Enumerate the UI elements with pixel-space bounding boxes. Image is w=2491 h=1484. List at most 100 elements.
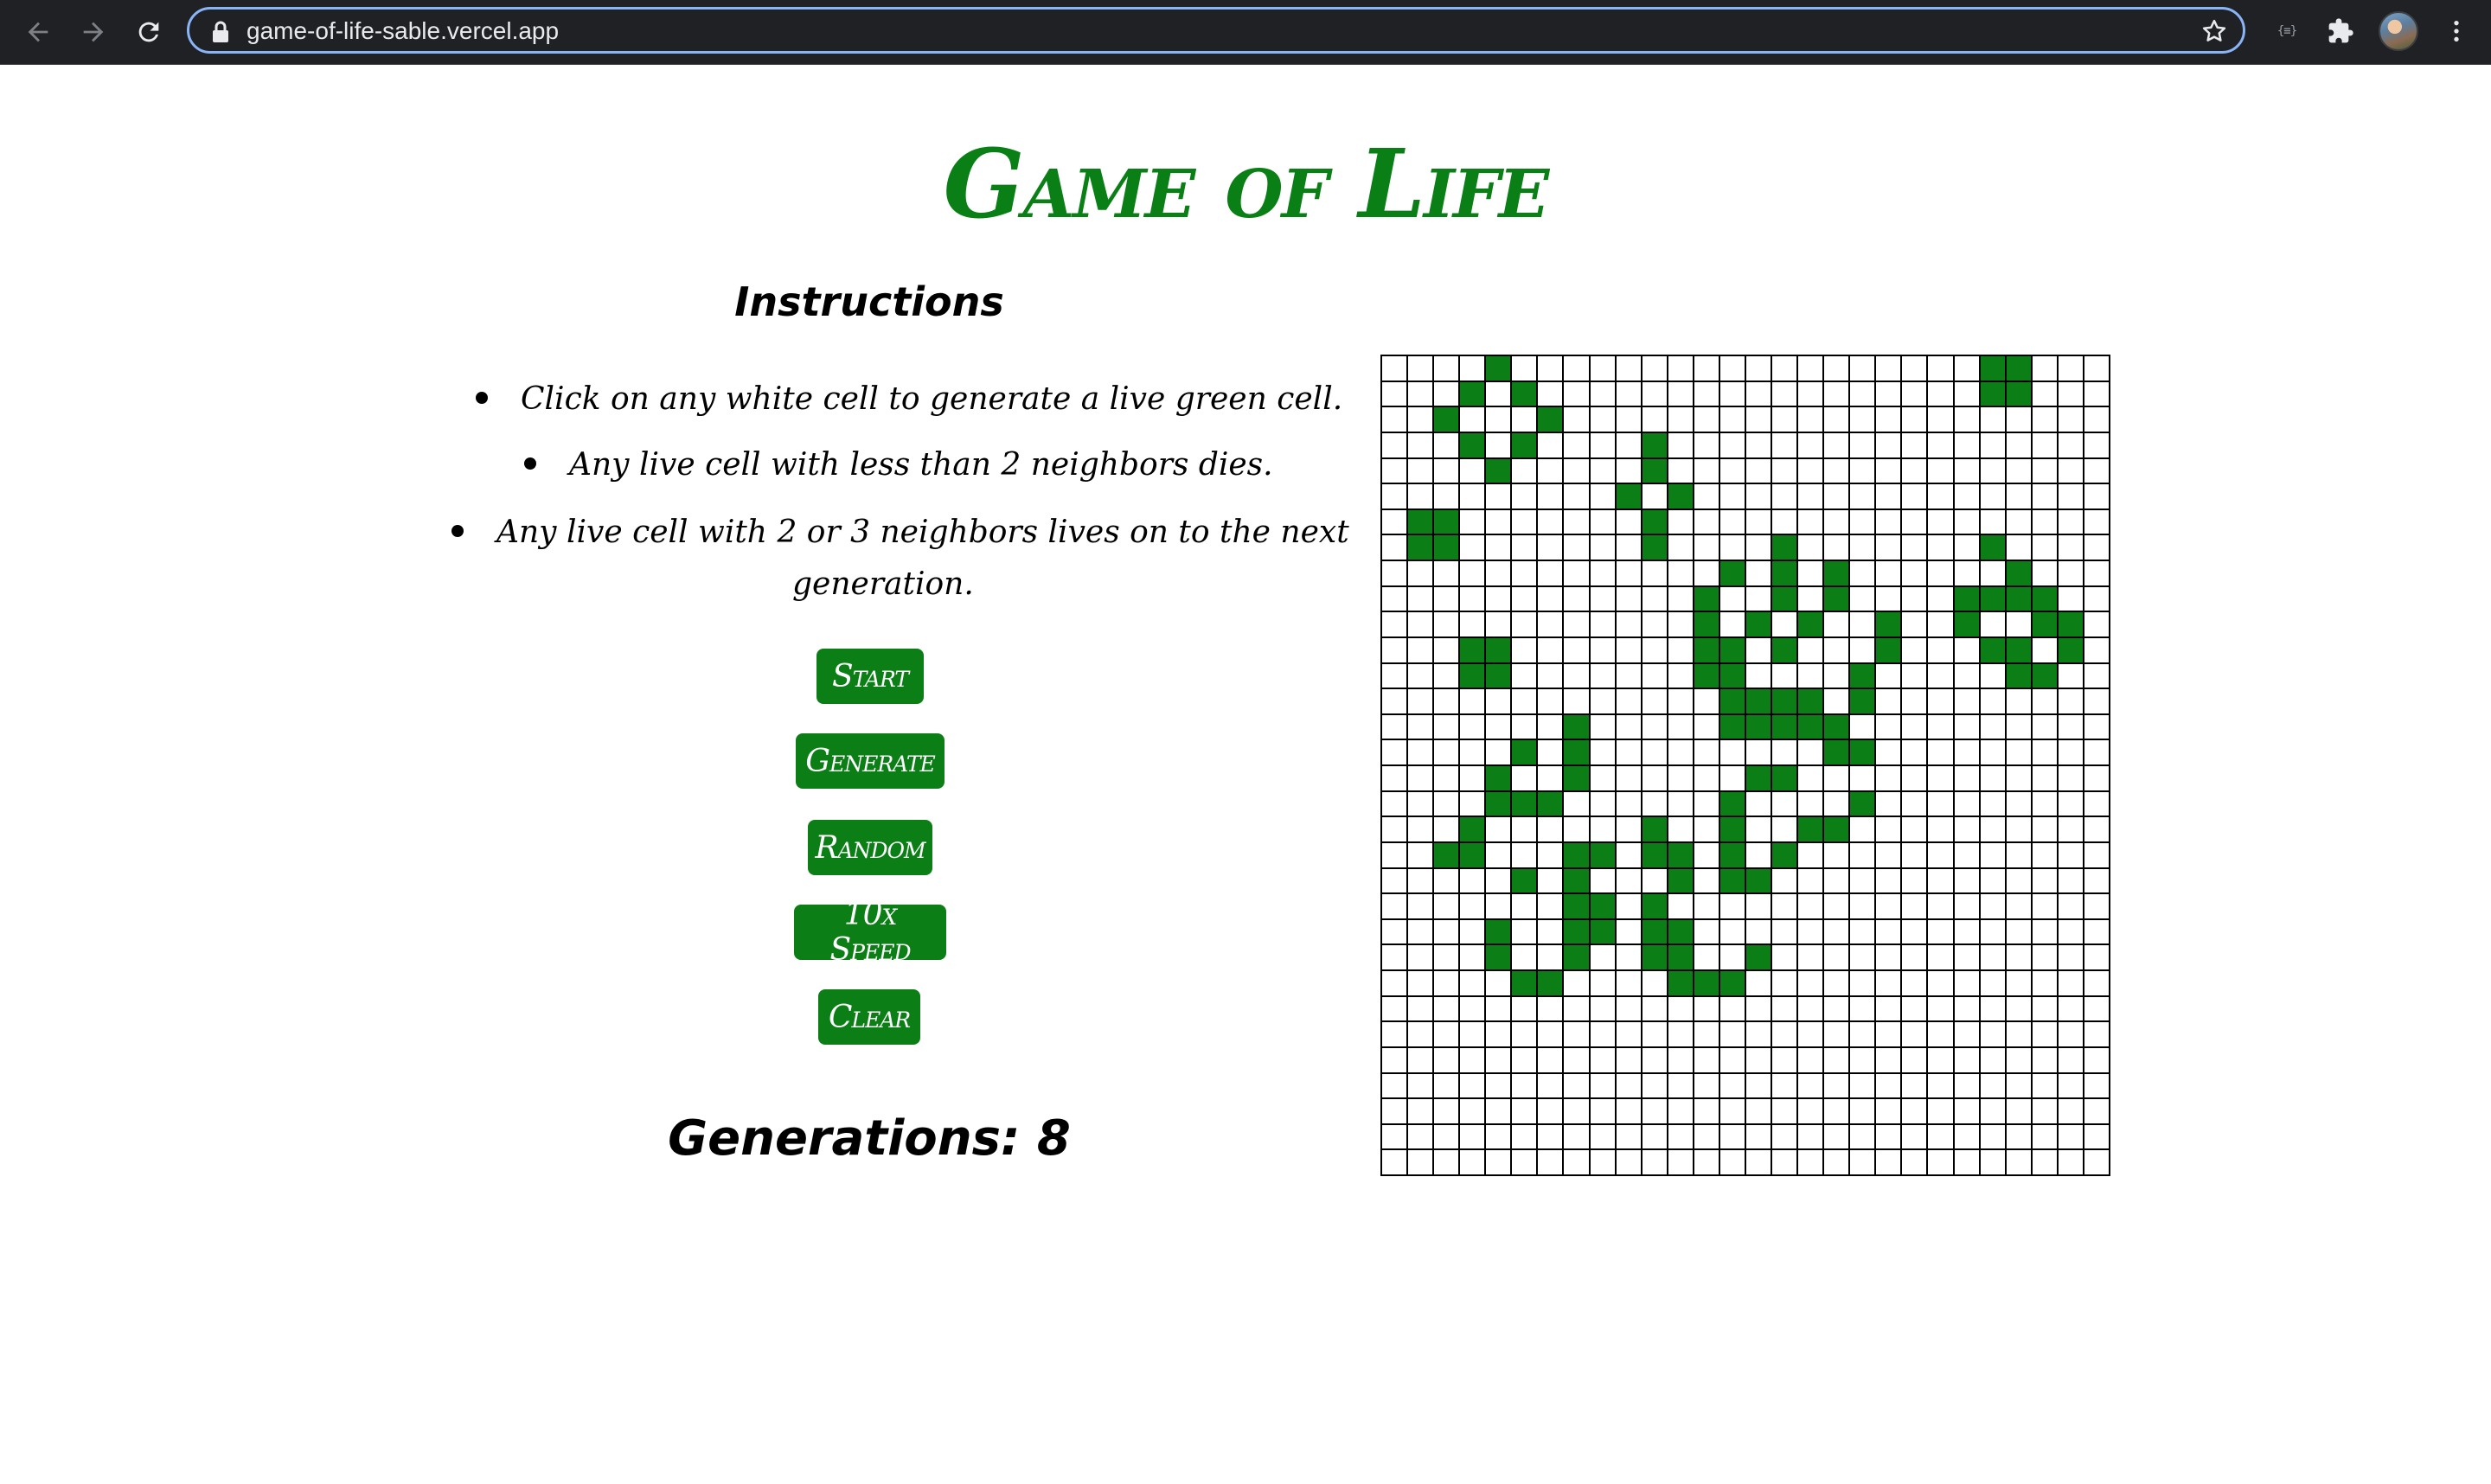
dead-cell[interactable] <box>1772 1022 1797 1046</box>
dead-cell[interactable] <box>1876 766 1901 790</box>
dead-cell[interactable] <box>2032 894 2057 918</box>
dead-cell[interactable] <box>2084 740 2109 764</box>
dead-cell[interactable] <box>1745 407 1771 432</box>
live-cell[interactable] <box>1772 586 1797 611</box>
dead-cell[interactable] <box>2032 740 2057 764</box>
dead-cell[interactable] <box>1928 1124 1953 1149</box>
dead-cell[interactable] <box>1512 458 1537 483</box>
dead-cell[interactable] <box>1745 509 1771 534</box>
dead-cell[interactable] <box>1694 1022 1719 1046</box>
dead-cell[interactable] <box>1668 1073 1693 1098</box>
dead-cell[interactable] <box>1564 381 1589 406</box>
dead-cell[interactable] <box>1824 919 1849 944</box>
dead-cell[interactable] <box>1434 1073 1459 1098</box>
profile-avatar[interactable] <box>2379 11 2418 51</box>
dead-cell[interactable] <box>1824 484 1849 509</box>
game-grid[interactable] <box>1380 355 2110 1176</box>
live-cell[interactable] <box>1719 561 1745 585</box>
dead-cell[interactable] <box>1642 612 1667 636</box>
dead-cell[interactable] <box>2058 432 2083 457</box>
dead-cell[interactable] <box>1616 791 1641 816</box>
live-cell[interactable] <box>1434 842 1459 867</box>
dead-cell[interactable] <box>1745 458 1771 483</box>
dead-cell[interactable] <box>1616 766 1641 790</box>
dead-cell[interactable] <box>1408 1150 1433 1174</box>
live-cell[interactable] <box>1486 945 1511 969</box>
live-cell[interactable] <box>1980 381 2005 406</box>
dead-cell[interactable] <box>1512 1150 1537 1174</box>
dead-cell[interactable] <box>1772 1099 1797 1123</box>
dead-cell[interactable] <box>2084 766 2109 790</box>
dead-cell[interactable] <box>1980 407 2005 432</box>
dead-cell[interactable] <box>1460 407 1485 432</box>
dead-cell[interactable] <box>2032 561 2057 585</box>
dead-cell[interactable] <box>1590 868 1615 893</box>
dead-cell[interactable] <box>1745 740 1771 764</box>
dead-cell[interactable] <box>1460 612 1485 636</box>
dead-cell[interactable] <box>1902 509 1927 534</box>
live-cell[interactable] <box>1745 714 1771 739</box>
dead-cell[interactable] <box>1486 842 1511 867</box>
dead-cell[interactable] <box>1616 689 1641 713</box>
dead-cell[interactable] <box>1642 740 1667 764</box>
dead-cell[interactable] <box>1980 894 2005 918</box>
dead-cell[interactable] <box>1564 535 1589 560</box>
dead-cell[interactable] <box>1590 458 1615 483</box>
dead-cell[interactable] <box>1382 945 1407 969</box>
dead-cell[interactable] <box>1538 868 1563 893</box>
reload-button[interactable] <box>130 13 168 51</box>
dead-cell[interactable] <box>1824 1073 1849 1098</box>
dead-cell[interactable] <box>1616 740 1641 764</box>
dead-cell[interactable] <box>1928 637 1953 662</box>
live-cell[interactable] <box>1564 945 1589 969</box>
dead-cell[interactable] <box>1824 1099 1849 1123</box>
live-cell[interactable] <box>1694 612 1719 636</box>
live-cell[interactable] <box>2006 561 2031 585</box>
dead-cell[interactable] <box>1824 894 1849 918</box>
dead-cell[interactable] <box>1616 919 1641 944</box>
dead-cell[interactable] <box>1486 740 1511 764</box>
dead-cell[interactable] <box>1824 381 1849 406</box>
dead-cell[interactable] <box>1486 381 1511 406</box>
live-cell[interactable] <box>1486 919 1511 944</box>
dead-cell[interactable] <box>2006 766 2031 790</box>
dead-cell[interactable] <box>2006 689 2031 713</box>
extension-button[interactable]: {≡} <box>2270 14 2304 48</box>
dead-cell[interactable] <box>1719 919 1745 944</box>
dead-cell[interactable] <box>1954 509 1979 534</box>
dead-cell[interactable] <box>1694 945 1719 969</box>
dead-cell[interactable] <box>2006 1124 2031 1149</box>
dead-cell[interactable] <box>1590 612 1615 636</box>
live-cell[interactable] <box>1590 842 1615 867</box>
dead-cell[interactable] <box>2084 612 2109 636</box>
live-cell[interactable] <box>1512 740 1537 764</box>
dead-cell[interactable] <box>1434 945 1459 969</box>
dead-cell[interactable] <box>1824 1022 1849 1046</box>
dead-cell[interactable] <box>1564 407 1589 432</box>
live-cell[interactable] <box>1694 971 1719 995</box>
dead-cell[interactable] <box>1512 586 1537 611</box>
dead-cell[interactable] <box>1564 663 1589 688</box>
dead-cell[interactable] <box>1772 407 1797 432</box>
dead-cell[interactable] <box>2032 458 2057 483</box>
dead-cell[interactable] <box>1512 356 1537 381</box>
dead-cell[interactable] <box>2032 356 2057 381</box>
dead-cell[interactable] <box>1798 1022 1823 1046</box>
live-cell[interactable] <box>1564 740 1589 764</box>
forward-button[interactable] <box>74 13 112 51</box>
dead-cell[interactable] <box>1850 894 1875 918</box>
dead-cell[interactable] <box>1745 842 1771 867</box>
dead-cell[interactable] <box>1486 1073 1511 1098</box>
dead-cell[interactable] <box>1642 407 1667 432</box>
dead-cell[interactable] <box>2006 868 2031 893</box>
dead-cell[interactable] <box>1590 1099 1615 1123</box>
dead-cell[interactable] <box>1772 381 1797 406</box>
dead-cell[interactable] <box>1980 1073 2005 1098</box>
live-cell[interactable] <box>1512 381 1537 406</box>
dead-cell[interactable] <box>2084 407 2109 432</box>
dead-cell[interactable] <box>1590 740 1615 764</box>
live-cell[interactable] <box>1434 535 1459 560</box>
dead-cell[interactable] <box>2032 868 2057 893</box>
dead-cell[interactable] <box>1928 561 1953 585</box>
dead-cell[interactable] <box>1954 996 1979 1021</box>
